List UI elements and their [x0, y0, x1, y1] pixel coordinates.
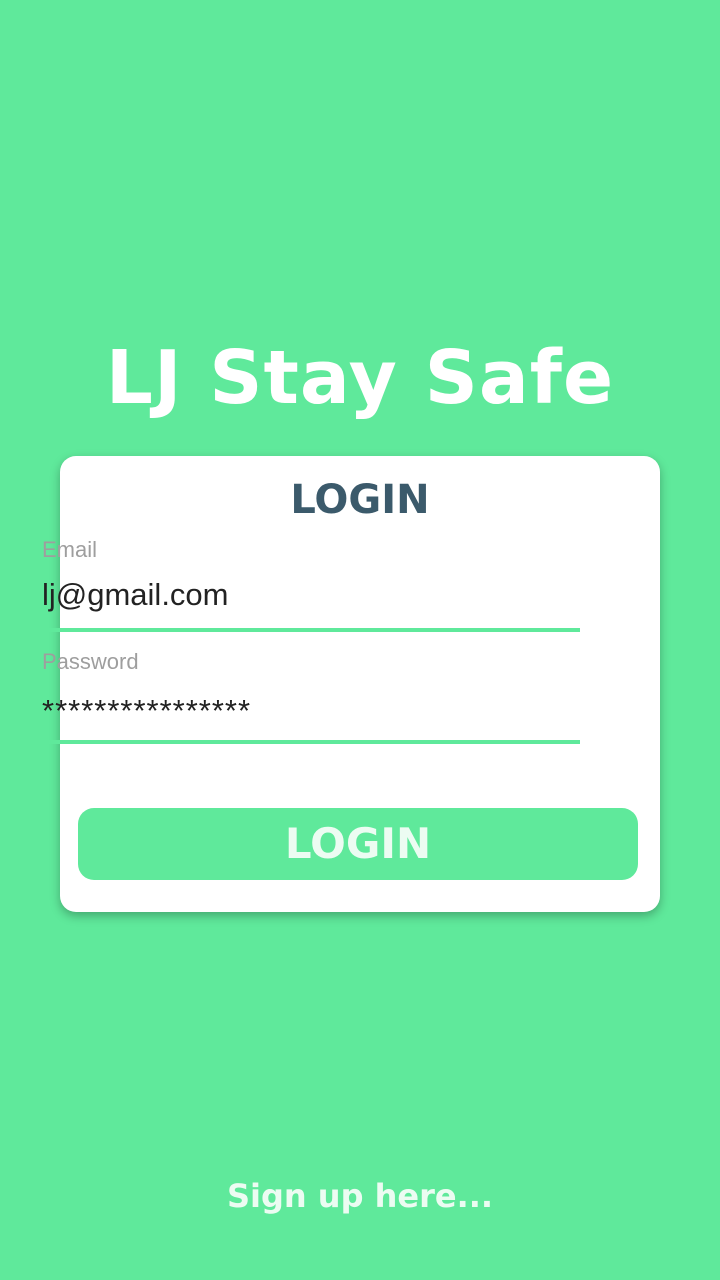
login-card-title: LOGIN [290, 477, 430, 523]
app-title: LJ Stay Safe [105, 335, 615, 421]
password-field-label: Password [42, 649, 139, 674]
password-field-underline [22, 740, 580, 744]
login-button[interactable]: LOGIN [78, 808, 638, 880]
email-input[interactable]: lj@gmail.com [42, 576, 229, 614]
login-screen: { "app": { "title": "LJ Stay Safe" }, "l… [0, 0, 720, 1280]
email-field-underline [22, 628, 580, 632]
email-field-label: Email [42, 537, 98, 562]
signup-link[interactable]: Sign up here... [0, 1172, 720, 1220]
password-input[interactable]: **************** [42, 692, 251, 730]
